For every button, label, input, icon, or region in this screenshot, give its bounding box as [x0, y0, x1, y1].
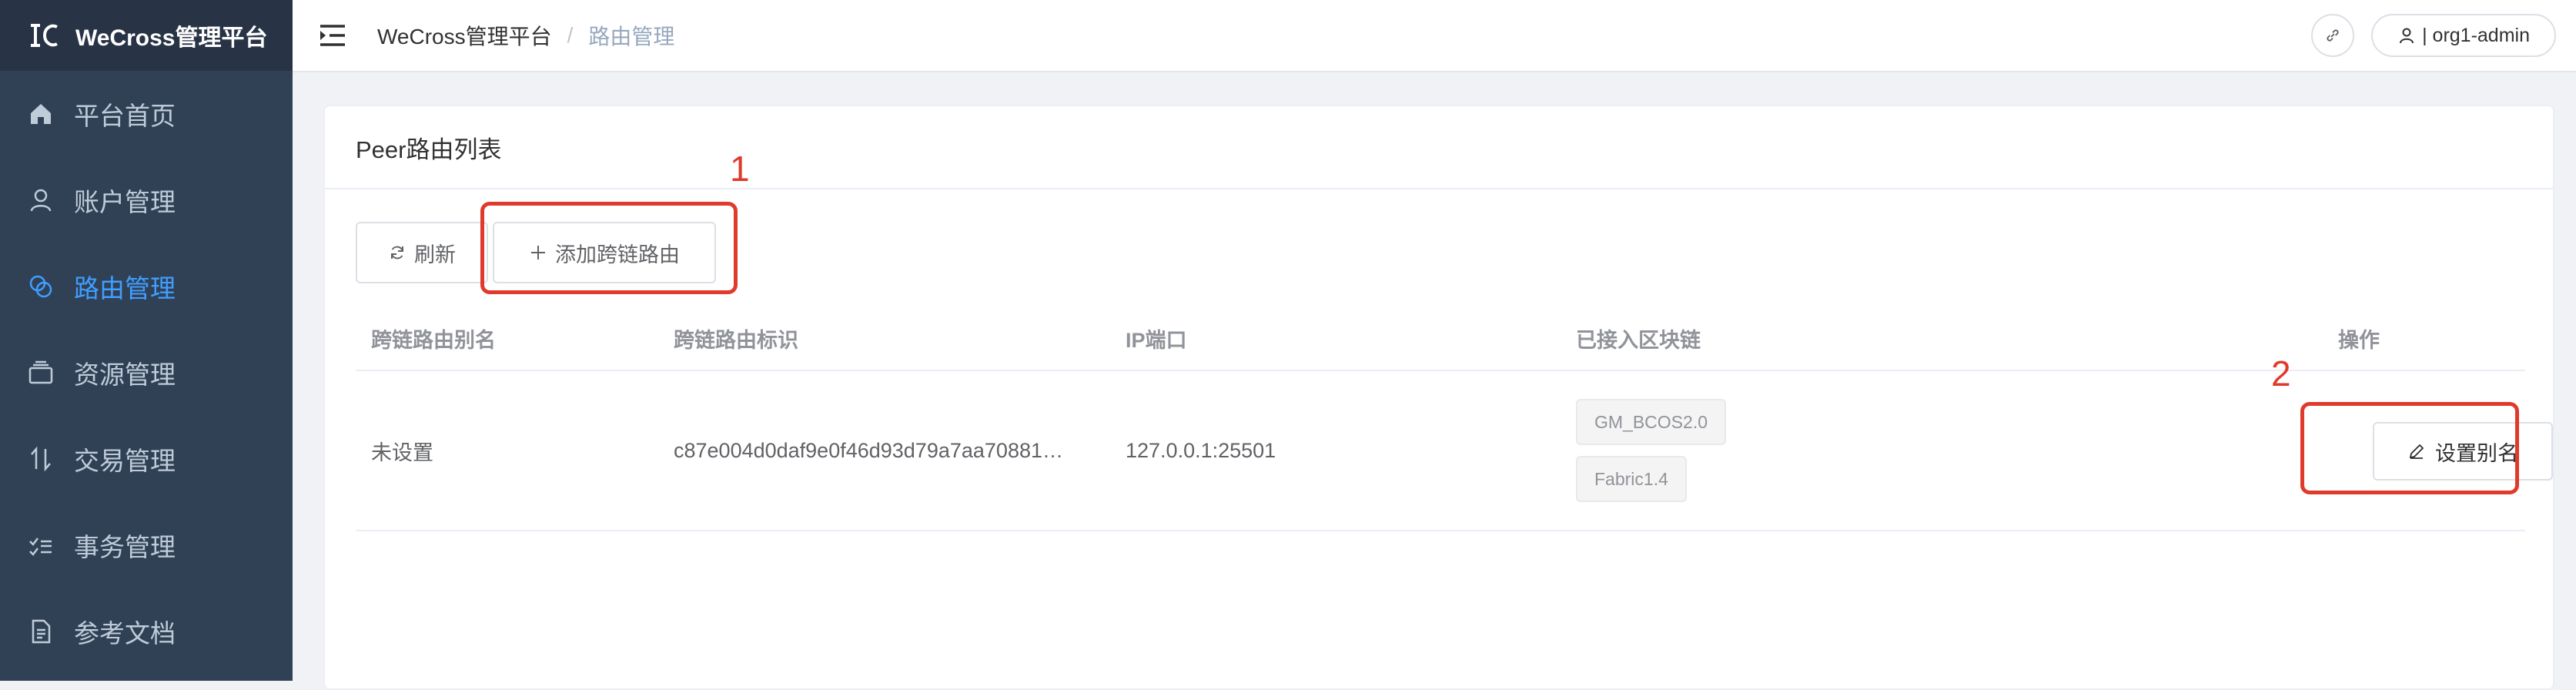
column-header-alias: 跨链路由别名 — [371, 328, 496, 352]
sidebar: WeCross管理平台 平台首页 账户管理 路由管理 资源管理 交易管理 事务管… — [0, 0, 293, 681]
brand[interactable]: WeCross管理平台 — [0, 0, 293, 71]
annotation-number-2: 2 — [2271, 353, 2291, 394]
annotation-number-1: 1 — [730, 149, 750, 189]
transaction-icon — [28, 446, 54, 472]
route-icon — [28, 273, 54, 300]
breadcrumb-separator: / — [567, 23, 574, 47]
refresh-label: 刷新 — [414, 243, 456, 266]
sidebar-item-label: 交易管理 — [74, 447, 176, 475]
column-header-actions: 操作 — [2338, 328, 2380, 352]
route-table: 跨链路由别名 跨链路由标识 IP端口 已接入区块链 操作 未设置 c87e004… — [356, 306, 2553, 531]
refresh-icon — [391, 246, 403, 260]
breadcrumb-root[interactable]: WeCross管理平台 — [377, 20, 552, 51]
chains-cell: GM_BCOS2.0 Fabric1.4 — [1576, 371, 1726, 530]
user-menu-button[interactable]: | org1-admin — [2371, 14, 2556, 57]
column-header-id: 跨链路由标识 — [674, 328, 798, 352]
brand-title: WeCross管理平台 — [75, 25, 268, 51]
sidebar-item-tasks[interactable]: 事务管理 — [0, 502, 293, 588]
wecross-logo-icon — [31, 24, 58, 47]
column-header-ip-port: IP端口 — [1126, 328, 1187, 352]
sidebar-item-label: 路由管理 — [74, 274, 176, 303]
route-alias-cell: 未设置 — [371, 440, 433, 464]
breadcrumb-current: 路由管理 — [588, 25, 675, 49]
sidebar-item-label: 平台首页 — [74, 102, 176, 130]
sidebar-item-transactions[interactable]: 交易管理 — [0, 416, 293, 502]
column-header-chains: 已接入区块链 — [1576, 328, 1701, 352]
peer-route-card: Peer路由列表 刷新 添加跨链路由 跨链路由别名 跨链路由标识 IP端口 已接… — [323, 105, 2554, 690]
refresh-button[interactable]: 刷新 — [356, 222, 488, 283]
sidebar-item-label: 参考文档 — [74, 619, 176, 648]
sidebar-item-home[interactable]: 平台首页 — [0, 71, 293, 157]
route-id-cell: c87e004d0daf9e0f46d93d79a7aa70881… — [674, 438, 1063, 462]
sidebar-item-label: 账户管理 — [74, 188, 176, 216]
sidebar-item-routes[interactable]: 路由管理 — [0, 243, 293, 330]
user-label: | org1-admin — [2422, 24, 2530, 46]
home-icon — [28, 101, 54, 127]
resource-icon — [28, 360, 54, 386]
sidebar-item-label: 资源管理 — [74, 360, 176, 389]
ip-port-cell: 127.0.0.1:25501 — [1126, 438, 1276, 462]
link-icon[interactable] — [2311, 14, 2355, 57]
top-navbar: WeCross管理平台 / 路由管理 | org1-admin — [293, 0, 2576, 72]
sidebar-item-resources[interactable]: 资源管理 — [0, 330, 293, 416]
table-row: 未设置 c87e004d0daf9e0f46d93d79a7aa70881… 1… — [356, 371, 2553, 531]
sidebar-item-docs[interactable]: 参考文档 — [0, 588, 293, 675]
sidebar-item-label: 事务管理 — [74, 533, 176, 561]
sidebar-item-accounts[interactable]: 账户管理 — [0, 157, 293, 243]
sidebar-menu: 平台首页 账户管理 路由管理 资源管理 交易管理 事务管理 参考文档 — [0, 71, 293, 675]
document-icon — [28, 618, 54, 645]
breadcrumb: WeCross管理平台 / 路由管理 — [377, 20, 674, 51]
card-title: Peer路由列表 — [325, 106, 2553, 189]
task-icon — [28, 532, 54, 558]
table-header-row: 跨链路由别名 跨链路由标识 IP端口 已接入区块链 操作 — [356, 306, 2525, 371]
annotation-box-1 — [480, 202, 738, 294]
menu-toggle-icon[interactable] — [319, 22, 346, 49]
annotation-box-2 — [2300, 402, 2519, 494]
header-actions: | org1-admin — [2311, 14, 2556, 57]
user-icon — [2400, 28, 2414, 44]
user-icon — [28, 187, 54, 213]
chain-tag: GM_BCOS2.0 — [1576, 399, 1726, 445]
chain-tag: Fabric1.4 — [1576, 456, 1687, 502]
